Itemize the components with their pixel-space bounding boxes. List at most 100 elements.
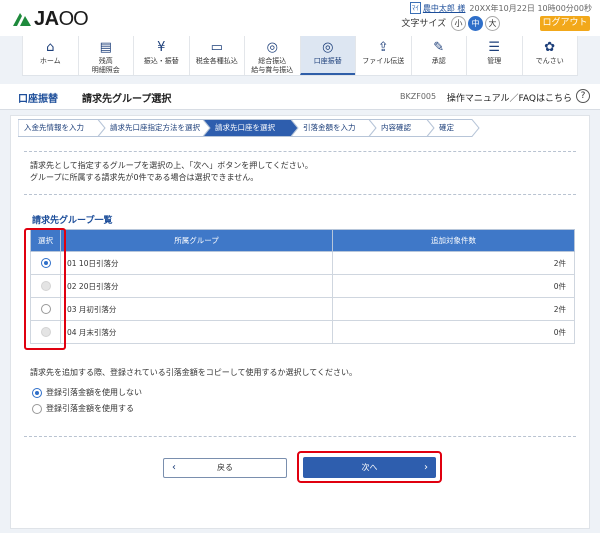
user-name-link[interactable]: 農中太郎 様 [423,4,466,13]
document-icon: ▤ [99,40,112,55]
nav-item[interactable]: ▤ 残高 明細照会 [77,36,134,75]
divider [24,194,576,195]
table-row: 01 10日引落分 2件 [30,251,575,275]
user-badge: ﾏｲ [409,2,421,14]
coins-icon: ◎ [266,40,278,55]
step-label: 内容確認 [381,123,411,132]
home-icon: ⌂ [46,40,55,55]
next-button[interactable]: 次へ › [303,457,436,478]
nav-item[interactable]: ◎ 口座振替 [299,36,355,75]
step-item: 請求先口座指定方法を選択 [98,119,211,137]
font-size-selector: 文字サイズ 小中大 [401,16,500,31]
font-size-medium-button[interactable]: 中 [468,16,483,31]
nav-item-label: 口座振替 [313,57,342,65]
nav-item[interactable]: ⇪ ファイル伝送 [355,36,411,75]
nav-item[interactable]: ✿ でんさい [521,36,578,75]
logo-mark-icon [13,13,31,26]
count-cell: 2件 [332,297,575,321]
nav-item-label: ホーム [39,57,61,65]
nav-item-label: 税金各種払込 [195,57,238,65]
admin-icon: ☰ [488,40,501,55]
option-label[interactable]: 登録引落金額を使用しない [46,388,142,397]
nav-item[interactable]: ☰ 管理 [466,36,522,75]
copy-question: 請求先を追加する際、登録されている引落金額をコピーして使用するか選択してください… [30,368,358,377]
nav-item[interactable]: ✎ 承認 [410,36,467,75]
card-icon: ▭ [210,40,223,55]
step-item: 請求先口座を選択 [203,119,299,137]
help-icon[interactable]: ? [576,89,590,103]
step-label: 入金先情報を入力 [24,123,84,132]
step-label: 請求先口座を選択 [215,123,275,132]
logo-suffix: OO [58,8,89,30]
login-time: 20XX年10月22日 10時00分00秒 [469,4,592,13]
font-size-large-button[interactable]: 大 [485,16,500,31]
logout-button[interactable]: ログアウト [540,16,590,31]
copy-option-no[interactable]: 登録引落金額を使用しない [32,387,142,398]
coins-stack-icon: ◎ [322,40,334,55]
main-nav: ⌂ ホーム ▤ 残高 明細照会 ¥ 振込・振替 ▭ 税金各種払込 ◎ 総合振込 給与賞与振込 ◎ 口座… [22,36,578,76]
column-header-group: 所属グループ [60,229,333,252]
group-table: 選択 所属グループ 追加対象件数 01 10日引落分 2件 02 20日引落分 0件 0… [30,229,575,344]
table-row: 04 月末引落分 0件 [30,320,575,344]
count-cell: 0件 [332,274,575,298]
screen-code: BKZF005 [400,92,437,101]
table-row: 02 20日引落分 0件 [30,274,575,298]
copy-option-yes[interactable]: 登録引落金額を使用する [32,403,134,414]
help-link[interactable]: 操作マニュアル／FAQはこちら [447,91,572,104]
nav-item-label: でんさい [535,57,564,65]
step-label: 引落金額を入力 [303,123,356,132]
nav-item-label: 残高 明細照会 [91,57,120,74]
densai-icon: ✿ [544,40,556,55]
approval-icon: ✎ [433,40,445,55]
instructions: 請求先として指定するグループを選択の上、「次へ」ボタンを押してください。 グルー… [30,160,313,184]
group-name-cell: 03 月初引落分 [60,297,333,321]
next-label: 次へ [361,463,378,472]
nav-item[interactable]: ¥ 振込・振替 [133,36,189,75]
step-item: 確定 [427,119,480,137]
option-label[interactable]: 登録引落金額を使用する [46,404,134,413]
column-header-count: 追加対象件数 [332,229,575,252]
section-title: 請求先グループ一覧 [32,216,113,226]
back-button[interactable]: ‹ 戻る [163,458,287,478]
nav-item-label: 管理 [487,57,502,65]
group-name-cell: 04 月末引落分 [60,320,333,344]
nav-item[interactable]: ▭ 税金各種払込 [188,36,245,75]
divider [24,151,576,152]
step-indicator: 入金先情報を入力 請求先口座指定方法を選択 請求先口座を選択 引落金額を入力 内容確認 確… [18,119,568,137]
step-item: 内容確認 [369,119,435,137]
user-info: ﾏｲ 農中太郎 様 20XX年10月22日 10時00分00秒 [409,2,592,14]
yen-coin-icon: ¥ [157,40,166,55]
nav-item[interactable]: ◎ 総合振込 給与賞与振込 [244,36,300,75]
file-transfer-icon: ⇪ [377,40,389,55]
group-name-cell: 02 20日引落分 [60,274,333,298]
count-cell: 2件 [332,251,575,275]
nav-item-label: ファイル伝送 [362,57,405,65]
nav-item-label: 総合振込 給与賞与振込 [251,57,294,74]
instruction-line: グループに所属する請求先が0件である場合は選択できません。 [30,173,259,182]
font-size-label: 文字サイズ [401,19,447,29]
nav-item-label: 承認 [431,57,446,65]
chevron-right-icon: › [424,462,428,473]
divider [24,436,576,437]
page-header-bar: 口座振替 請求先グループ選択 BKZF005 操作マニュアル／FAQはこちら ? [0,84,600,110]
chevron-left-icon: ‹ [172,462,176,473]
nav-item[interactable]: ⌂ ホーム [22,36,78,75]
logo: JAOO [13,8,89,31]
font-size-small-button[interactable]: 小 [451,16,466,31]
nav-item-label: 振込・振替 [143,57,179,65]
page-title: 請求先グループ選択 [82,94,172,105]
back-label: 戻る [217,463,233,472]
step-item: 入金先情報を入力 [18,119,106,137]
radio-button[interactable] [32,387,42,398]
header: JAOO ﾏｲ 農中太郎 様 20XX年10月22日 10時00分00秒 文字サイズ… [0,0,600,36]
select-column-highlight [24,228,66,350]
step-item: 引落金額を入力 [291,119,377,137]
instruction-line: 請求先として指定するグループを選択の上、「次へ」ボタンを押してください。 [30,161,313,170]
radio-button[interactable] [32,403,42,414]
count-cell: 0件 [332,320,575,344]
step-label: 請求先口座指定方法を選択 [110,123,200,132]
group-name-cell: 01 10日引落分 [60,251,333,275]
step-label: 確定 [439,123,454,132]
table-row: 03 月初引落分 2件 [30,297,575,321]
page-category: 口座振替 [18,94,58,105]
